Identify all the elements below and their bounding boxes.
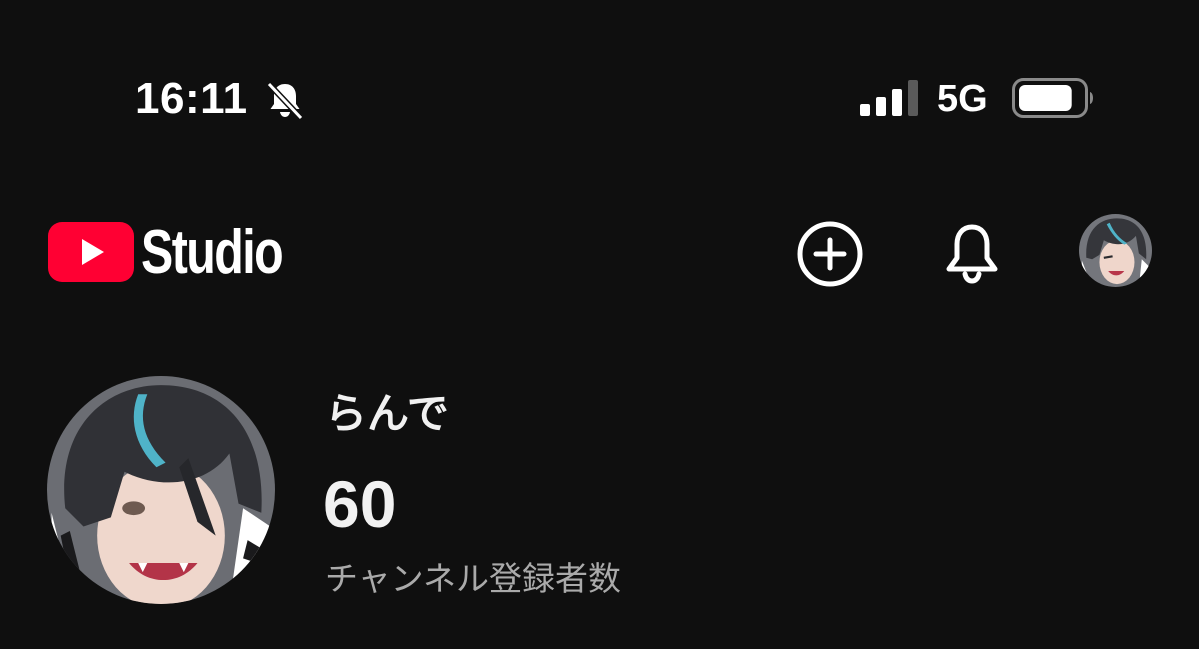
avatar[interactable] bbox=[1079, 214, 1152, 287]
bell-icon[interactable] bbox=[936, 218, 1008, 290]
channel-avatar[interactable] bbox=[47, 376, 275, 604]
status-time: 16:11 bbox=[135, 74, 248, 123]
channel-avatar-image bbox=[47, 376, 275, 604]
bell-slash-icon bbox=[266, 81, 304, 121]
network-type: 5G bbox=[937, 78, 988, 120]
studio-wordmark[interactable]: Studio bbox=[141, 218, 284, 288]
battery-icon bbox=[1012, 78, 1093, 118]
channel-name: らんで bbox=[325, 389, 449, 438]
cellular-signal-icon bbox=[860, 80, 918, 116]
subscriber-label: チャンネル登録者数 bbox=[325, 559, 622, 598]
avatar-image bbox=[1079, 214, 1152, 287]
plus-circle-icon[interactable] bbox=[794, 218, 866, 290]
subscriber-count: 60 bbox=[323, 467, 397, 541]
youtube-play-icon[interactable] bbox=[48, 222, 134, 282]
